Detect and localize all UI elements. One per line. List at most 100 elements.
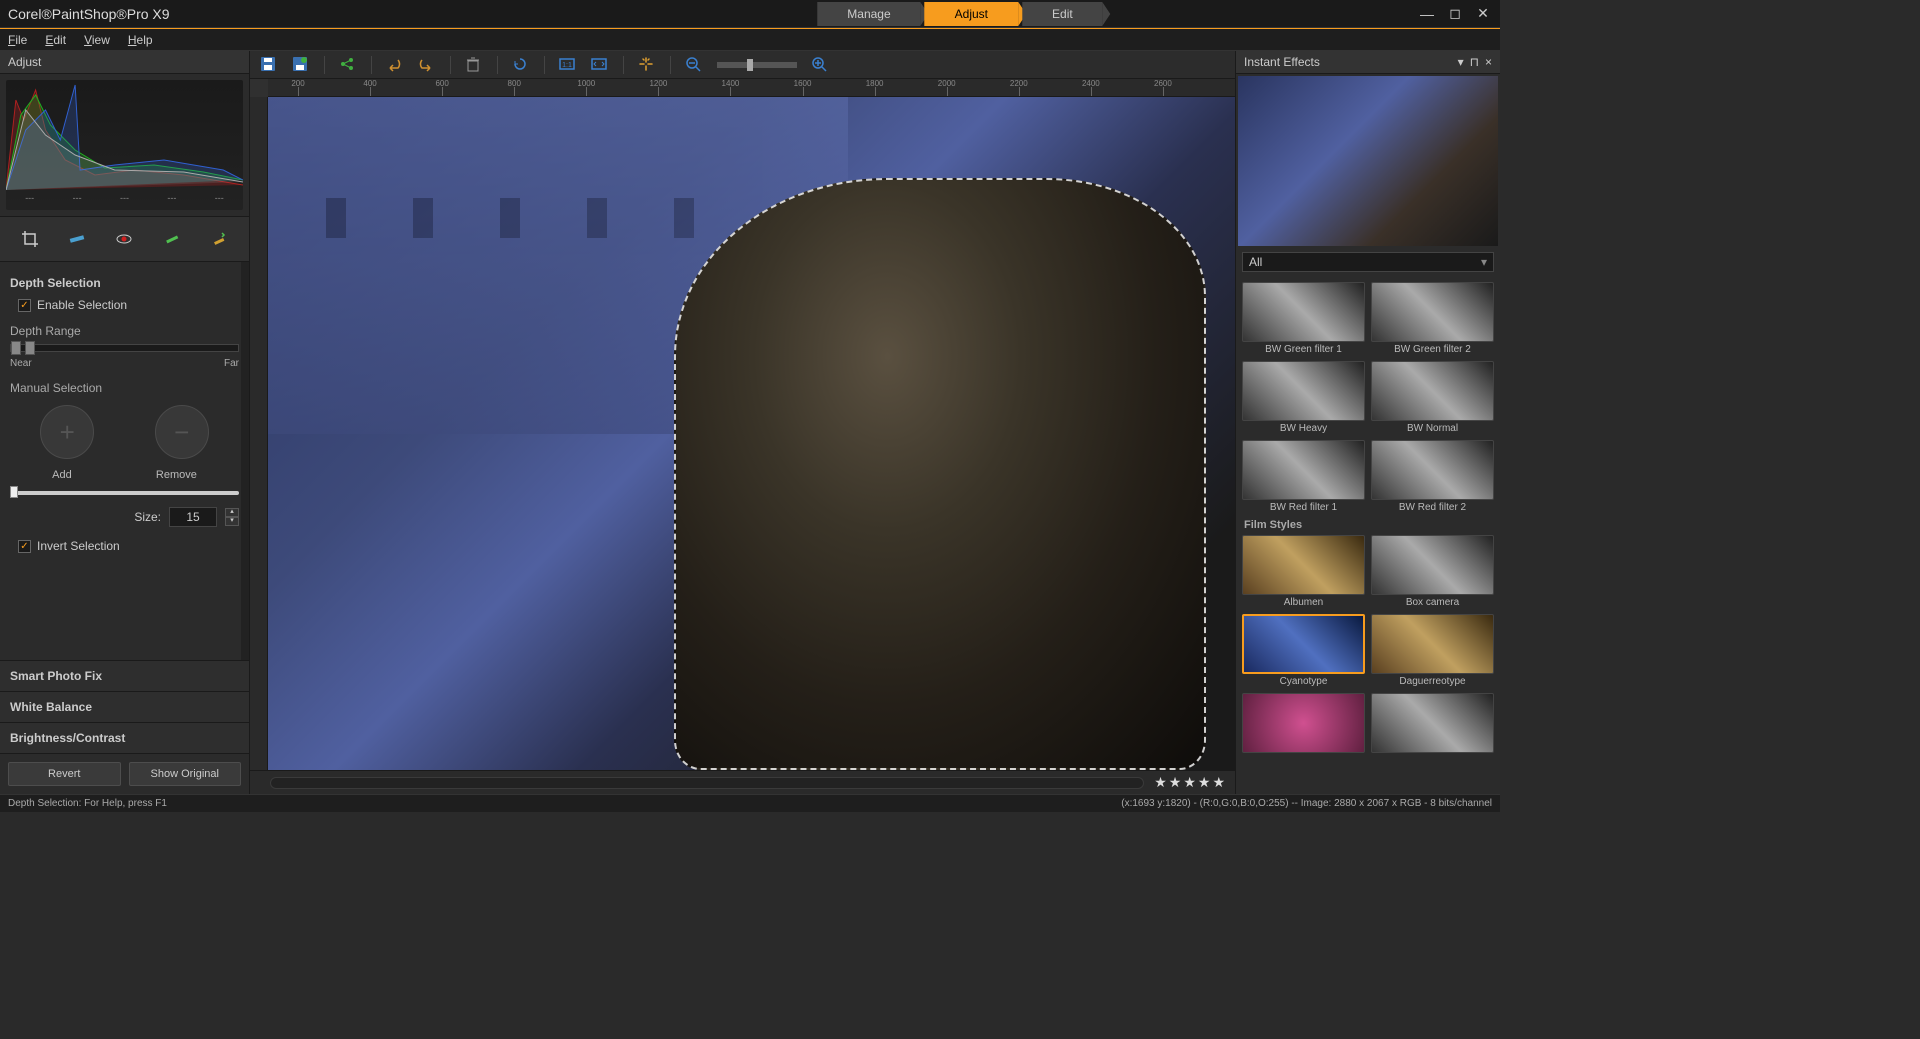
manual-selection-title: Manual Selection (10, 381, 239, 395)
effect-item[interactable]: Box camera (1371, 535, 1494, 608)
pan-icon[interactable] (638, 56, 656, 74)
star-icon[interactable]: ★ (1212, 774, 1225, 791)
depth-selection-title: Depth Selection (10, 276, 239, 290)
makeover-icon[interactable] (160, 227, 184, 251)
effect-label: Box camera (1371, 597, 1494, 608)
depth-range-label: Depth Range (10, 324, 239, 338)
white-balance[interactable]: White Balance (0, 692, 249, 723)
close-panel-icon[interactable]: × (1485, 55, 1492, 69)
zoom-in-icon[interactable] (811, 56, 829, 74)
menu-view[interactable]: View (84, 33, 110, 47)
effect-thumb (1242, 693, 1365, 753)
effect-item[interactable]: Cyanotype (1242, 614, 1365, 687)
undo-icon[interactable] (386, 56, 404, 74)
effect-thumb (1242, 535, 1365, 595)
histo-legend-l: --- (167, 193, 176, 203)
canvas-image (268, 97, 1235, 770)
rating-stars[interactable]: ★ ★ ★ ★ ★ (1154, 774, 1225, 791)
depth-range-slider[interactable] (10, 344, 239, 352)
effect-item[interactable]: BW Red filter 1 (1242, 440, 1365, 513)
add-button[interactable]: + (40, 405, 94, 459)
canvas-footer: ★ ★ ★ ★ ★ (250, 770, 1235, 794)
zoom-slider[interactable] (717, 62, 797, 68)
mode-tab-edit[interactable]: Edit (1022, 2, 1103, 26)
size-up[interactable]: ▴ (225, 508, 239, 517)
fit-window-icon[interactable] (591, 56, 609, 74)
effect-thumb (1371, 282, 1494, 342)
histogram[interactable]: --- --- --- --- --- (6, 80, 243, 210)
effect-thumb (1371, 614, 1494, 674)
panel-menu-icon[interactable]: ▾ (1458, 55, 1464, 69)
fit-icon[interactable]: 1:1 (559, 56, 577, 74)
invert-selection-checkbox[interactable]: ✓ (18, 540, 31, 553)
revert-button[interactable]: Revert (8, 762, 121, 786)
minimize-button[interactable]: ― (1418, 5, 1436, 23)
zoom-out-icon[interactable] (685, 56, 703, 74)
size-down[interactable]: ▾ (225, 517, 239, 526)
effect-label: Albumen (1242, 597, 1365, 608)
effect-item[interactable]: Albumen (1242, 535, 1365, 608)
star-icon[interactable]: ★ (1198, 774, 1211, 791)
redo-icon[interactable] (418, 56, 436, 74)
save-icon[interactable] (260, 56, 278, 74)
instant-effects-title: Instant Effects (1244, 55, 1320, 69)
show-original-button[interactable]: Show Original (129, 762, 242, 786)
effect-item[interactable]: Daguerreotype (1371, 614, 1494, 687)
share-icon[interactable] (339, 56, 357, 74)
redeye-icon[interactable] (112, 227, 136, 251)
size-label: Size: (134, 510, 161, 524)
size-input[interactable]: 15 (169, 507, 217, 527)
effect-item[interactable]: BW Normal (1371, 361, 1494, 434)
mode-tab-manage[interactable]: Manage (817, 2, 920, 26)
mode-tabs: Manage Adjust Edit (815, 2, 1104, 26)
near-label: Near (10, 358, 32, 369)
horizontal-scrollbar[interactable] (270, 777, 1144, 789)
ruler-vertical[interactable] (250, 97, 268, 770)
instant-effects-panel: Instant Effects ▾ ⊓ × All BW Green filte… (1235, 51, 1500, 794)
pin-icon[interactable]: ⊓ (1470, 55, 1479, 69)
star-icon[interactable]: ★ (1154, 774, 1167, 791)
brush-slider[interactable] (10, 491, 239, 495)
star-icon[interactable]: ★ (1169, 774, 1182, 791)
statusbar: Depth Selection: For Help, press F1 (x:1… (0, 794, 1500, 812)
adjust-scrollbar[interactable] (241, 262, 249, 660)
straighten-icon[interactable] (65, 227, 89, 251)
rotate-left-icon[interactable] (512, 56, 530, 74)
clone-icon[interactable] (207, 227, 231, 251)
selection-marquee (674, 178, 1206, 770)
enable-selection-label: Enable Selection (37, 298, 127, 312)
mode-tab-adjust[interactable]: Adjust (925, 2, 1018, 26)
effect-thumb (1242, 614, 1365, 674)
save-as-icon[interactable] (292, 56, 310, 74)
menu-help[interactable]: Help (128, 33, 153, 47)
menu-file[interactable]: File (8, 33, 27, 47)
effect-item[interactable]: BW Heavy (1242, 361, 1365, 434)
effect-item[interactable]: BW Green filter 2 (1371, 282, 1494, 355)
add-label: Add (52, 469, 72, 481)
smart-photo-fix[interactable]: Smart Photo Fix (0, 661, 249, 692)
effect-thumb (1371, 440, 1494, 500)
effect-label: Daguerreotype (1371, 676, 1494, 687)
effect-label: BW Green filter 2 (1371, 344, 1494, 355)
brightness-contrast[interactable]: Brightness/Contrast (0, 723, 249, 754)
effect-label: BW Green filter 1 (1242, 344, 1365, 355)
adjust-panel-title: Adjust (0, 51, 249, 74)
ruler-horizontal[interactable]: 2004006008001000120014001600180020002200… (268, 79, 1235, 97)
enable-selection-checkbox[interactable]: ✓ (18, 299, 31, 312)
crop-icon[interactable] (18, 227, 42, 251)
remove-button[interactable]: − (155, 405, 209, 459)
effect-item[interactable] (1371, 693, 1494, 755)
effect-item[interactable]: BW Green filter 1 (1242, 282, 1365, 355)
star-icon[interactable]: ★ (1183, 774, 1196, 791)
main-toolbar: 1:1 (250, 51, 1235, 79)
invert-selection-label: Invert Selection (37, 539, 120, 553)
maximize-button[interactable]: ◻ (1446, 5, 1464, 23)
menu-edit[interactable]: Edit (45, 33, 66, 47)
viewport[interactable] (268, 97, 1235, 770)
effect-item[interactable]: BW Red filter 2 (1371, 440, 1494, 513)
window-controls: ― ◻ ✕ (1418, 5, 1492, 23)
delete-icon[interactable] (465, 56, 483, 74)
effect-item[interactable] (1242, 693, 1365, 755)
close-button[interactable]: ✕ (1474, 5, 1492, 23)
effects-category-dropdown[interactable]: All (1242, 252, 1494, 272)
